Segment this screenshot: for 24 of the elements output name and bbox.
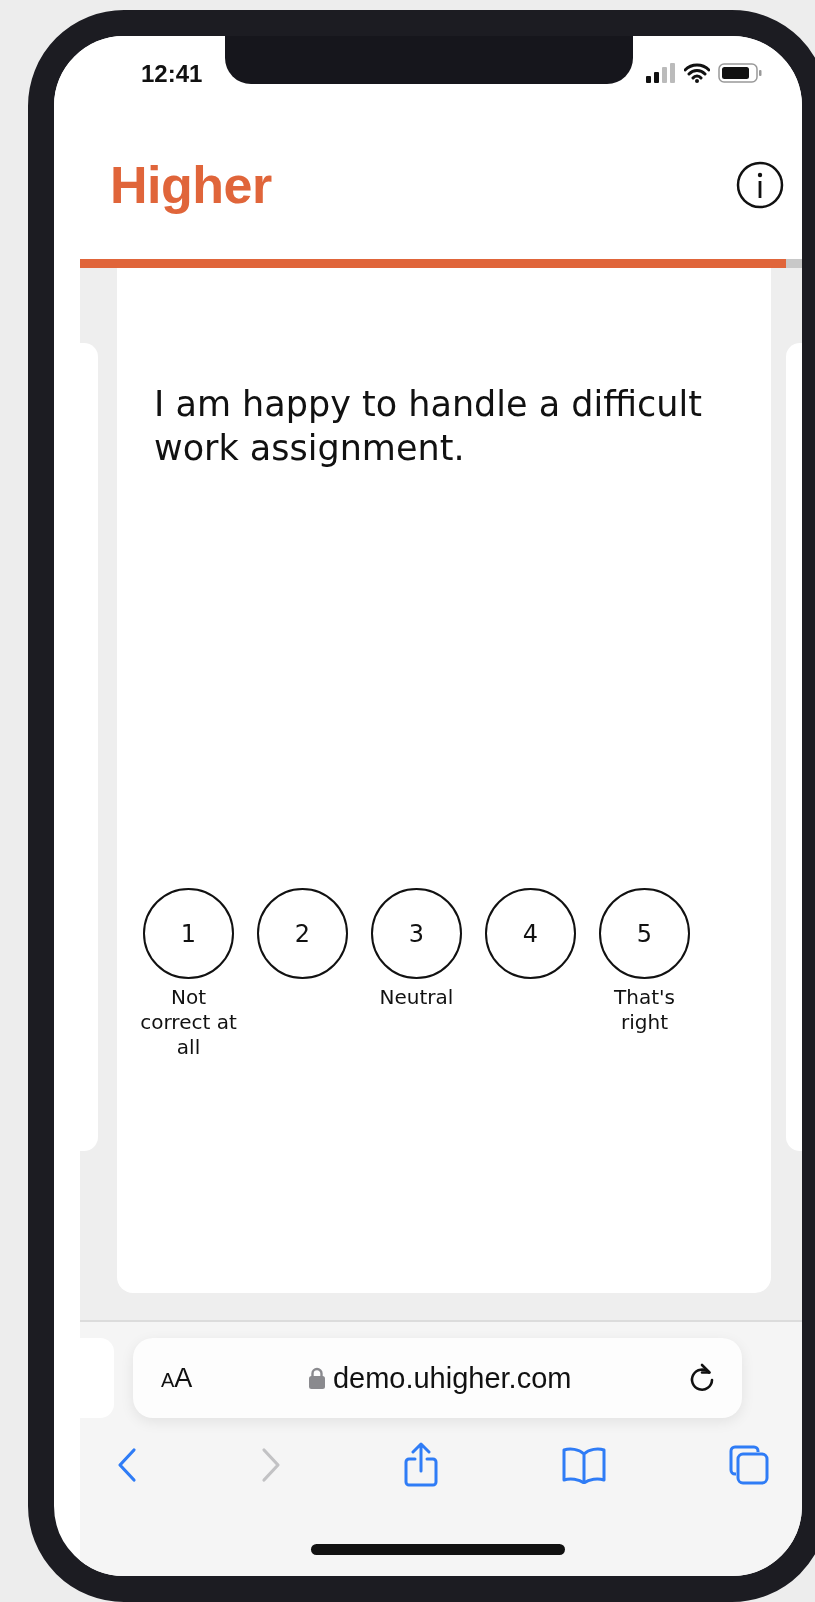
text-size-button[interactable]: AA [161, 1362, 193, 1394]
info-icon[interactable] [736, 161, 784, 209]
rating-label: That's right [613, 985, 676, 1035]
logo: Higher [110, 155, 272, 215]
back-button[interactable] [116, 1447, 138, 1483]
rating-option[interactable]: 2 [257, 888, 348, 979]
rating-option[interactable]: 4 [485, 888, 576, 979]
lock-icon [308, 1367, 325, 1389]
status-time: 12:41 [141, 60, 203, 88]
question-text: I am happy to handle a difficult work assignment. [154, 383, 703, 470]
rating-option[interactable]: 1 [143, 888, 234, 979]
reload-icon[interactable] [688, 1363, 716, 1393]
signal-icon [646, 63, 676, 83]
rating-option[interactable]: 3 [371, 888, 462, 979]
address-bar[interactable]: AA demo.uhigher.com [133, 1338, 742, 1418]
battery-icon [718, 63, 762, 83]
rating-label: Neutral [378, 985, 455, 1010]
rating-label: Not correct at all [139, 985, 238, 1060]
rating-option[interactable]: 5 [599, 888, 690, 979]
wifi-icon [684, 63, 710, 83]
url-text: demo.uhigher.com [332, 1361, 572, 1395]
tabs-button[interactable] [728, 1444, 770, 1486]
bookmarks-button[interactable] [560, 1446, 607, 1484]
share-button[interactable] [403, 1442, 439, 1488]
